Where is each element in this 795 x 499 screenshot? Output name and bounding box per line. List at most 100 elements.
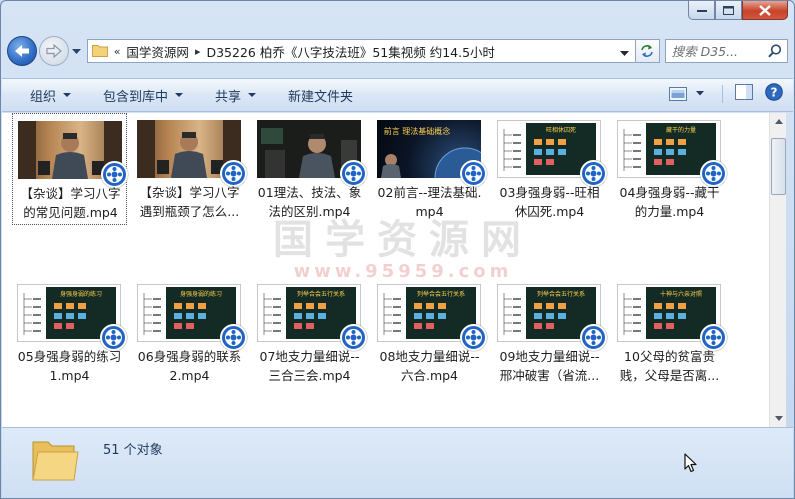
file-item[interactable]: 身强身弱的练习 05身强身弱的练习 1.mp4 (12, 277, 127, 389)
toolbar-right-group: ? (669, 83, 783, 104)
file-name: 09地支力量细说-- 邢冲破害（省流... (492, 347, 607, 385)
file-name-line: 01理法、技法、象 (257, 185, 362, 200)
vertical-scrollbar[interactable] (769, 113, 786, 427)
caption-buttons (688, 1, 788, 20)
file-name-line: 遇到瓶颈了怎么... (139, 204, 240, 219)
svg-text:身强身弱的练习: 身强身弱的练习 (60, 290, 102, 298)
file-item[interactable]: 列举合会五行关系 08地支力量细说-- 六合.mp4 (372, 277, 487, 389)
chevron-down-icon (63, 93, 72, 97)
mouse-cursor-icon (684, 453, 698, 476)
include-in-library-button[interactable]: 包含到库中 (93, 82, 193, 108)
file-name-line: 07地支力量细说-- (259, 349, 360, 364)
svg-text:旺相休囚死: 旺相休囚死 (546, 126, 576, 134)
file-name-line: 的常见问题.mp4 (23, 205, 118, 220)
close-button[interactable] (742, 1, 788, 20)
chevron-down-icon (619, 51, 629, 56)
toolbar-divider (722, 84, 723, 103)
breadcrumb-overflow[interactable]: « (114, 45, 121, 58)
file-item[interactable]: 列举合会五行关系 09地支力量细说-- 邢冲破害（省流... (492, 277, 607, 389)
address-dropdown-button[interactable] (619, 46, 629, 60)
file-name-line: 06身强身弱的联系 (137, 349, 242, 364)
file-name: 01理法、技法、象 法的区别.mp4 (252, 183, 367, 221)
file-item[interactable]: 十神与六亲对照 10父母的贫富贵 贱，父母是否离... (612, 277, 727, 389)
include-library-label: 包含到库中 (103, 89, 169, 105)
file-name-line: 02前言--理法基础. (377, 185, 482, 200)
chevron-up-icon (774, 119, 783, 124)
share-button[interactable]: 共享 (205, 82, 266, 108)
minimize-icon (696, 10, 707, 12)
search-box[interactable] (664, 39, 788, 63)
help-icon: ? (765, 83, 783, 101)
file-item[interactable]: 【杂谈】学习八字 的常见问题.mp4 (12, 113, 128, 225)
file-name-line: 【杂谈】学习八字 (139, 185, 240, 200)
breadcrumb-separator[interactable]: ▸ (195, 45, 201, 58)
file-list-view[interactable]: 【杂谈】学习八字 的常见问题.mp4 【杂谈】学习八字 遇到瓶颈了怎么... 01理法、… (2, 113, 769, 427)
refresh-icon (641, 45, 653, 57)
forward-arrow-icon (46, 44, 62, 58)
organize-button[interactable]: 组织 (20, 82, 81, 108)
view-options-button[interactable] (669, 86, 704, 101)
file-name-line: 邢冲破害（省流... (499, 368, 600, 383)
file-name-line: 09地支力量细说-- (499, 349, 600, 364)
share-label: 共享 (215, 89, 242, 105)
file-name: 【杂谈】学习八字 遇到瓶颈了怎么... (132, 183, 247, 221)
folder-icon (30, 432, 80, 487)
file-name-line: 10父母的贫富贵 (624, 349, 715, 364)
file-name: 03身强身弱--旺相 休囚死.mp4 (492, 183, 607, 221)
file-item[interactable]: 旺相休囚死 03身强身弱--旺相 休囚死.mp4 (492, 113, 607, 225)
search-input[interactable] (671, 43, 764, 59)
file-name: 07地支力量细说-- 三合三会.mp4 (252, 347, 367, 385)
svg-text:列举合会五行关系: 列举合会五行关系 (417, 290, 465, 298)
scroll-up-button[interactable] (770, 113, 787, 130)
file-name-line: 03身强身弱--旺相 (499, 185, 600, 200)
svg-text:列举合会五行关系: 列举合会五行关系 (297, 290, 345, 298)
help-button[interactable]: ? (765, 83, 783, 104)
svg-text:藏干的力量: 藏干的力量 (666, 126, 696, 134)
file-item[interactable]: 01理法、技法、象 法的区别.mp4 (252, 113, 367, 225)
svg-text:列举合会五行关系: 列举合会五行关系 (537, 290, 585, 298)
file-item[interactable]: 【杂谈】学习八字 遇到瓶颈了怎么... (132, 113, 247, 225)
magnifier-icon[interactable] (768, 44, 782, 61)
file-item[interactable]: 藏干的力量 04身强身弱--藏干 的力量.mp4 (612, 113, 727, 225)
file-name: 04身强身弱--藏干 的力量.mp4 (612, 183, 727, 221)
recent-pages-dropdown[interactable] (71, 44, 81, 58)
file-name: 06身强身弱的联系 2.mp4 (132, 347, 247, 385)
minimize-button[interactable] (688, 1, 715, 20)
forward-button[interactable] (38, 36, 69, 66)
svg-text:十神与六亲对照: 十神与六亲对照 (660, 290, 702, 298)
new-folder-label: 新建文件夹 (288, 89, 354, 105)
file-name: 08地支力量细说-- 六合.mp4 (372, 347, 487, 385)
svg-text:前言 理法基础概念: 前言 理法基础概念 (384, 126, 451, 136)
back-button[interactable] (7, 36, 37, 66)
maximize-button[interactable] (715, 1, 742, 20)
address-bar[interactable]: « 国学资源网 ▸ D35226 柏乔《八字技法班》51集视频 约14.5小时 (86, 39, 636, 63)
breadcrumb-root[interactable]: 国学资源网 (126, 42, 189, 61)
maximize-icon (723, 5, 734, 15)
new-folder-button[interactable]: 新建文件夹 (278, 82, 363, 108)
file-name-line: 法的区别.mp4 (268, 204, 351, 219)
file-name: 10父母的贫富贵 贱，父母是否离... (612, 347, 727, 385)
file-item[interactable]: 身强身弱的练习 06身强身弱的联系 2.mp4 (132, 277, 247, 389)
file-name-line: mp4 (415, 204, 444, 219)
svg-text:?: ? (771, 86, 778, 100)
file-name: 02前言--理法基础. mp4 (372, 183, 487, 221)
navigation-bar: « 国学资源网 ▸ D35226 柏乔《八字技法班》51集视频 约14.5小时 (7, 34, 788, 68)
item-count: 51 个对象 (103, 443, 163, 458)
close-icon (759, 4, 771, 16)
breadcrumb-current[interactable]: D35226 柏乔《八字技法班》51集视频 约14.5小时 (206, 42, 495, 61)
folder-icon (91, 43, 108, 60)
scroll-down-button[interactable] (770, 410, 787, 427)
file-item[interactable]: 列举合会五行关系 07地支力量细说-- 三合三会.mp4 (252, 277, 367, 389)
chevron-down-icon (248, 93, 257, 97)
file-name-line: 的力量.mp4 (634, 204, 705, 219)
refresh-button[interactable] (635, 39, 660, 63)
chevron-down-icon (774, 416, 783, 421)
preview-pane-icon (735, 84, 753, 100)
file-name-line: 贱，父母是否离... (619, 368, 720, 383)
file-item[interactable]: 前言 理法基础概念 02前言--理法基础. mp4 (372, 113, 487, 225)
file-name-line: 2.mp4 (169, 368, 210, 383)
preview-pane-button[interactable] (735, 84, 753, 103)
scrollbar-thumb[interactable] (771, 138, 786, 195)
organize-label: 组织 (30, 89, 57, 105)
file-name-line: 1.mp4 (49, 368, 90, 383)
